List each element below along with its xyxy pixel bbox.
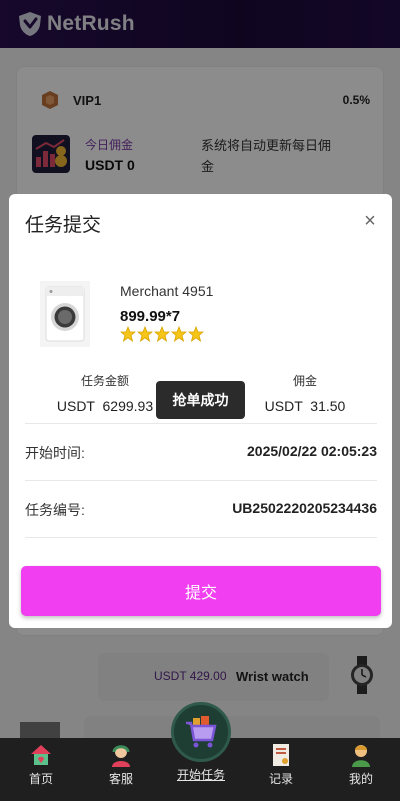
submit-button[interactable]: 提交	[21, 566, 381, 616]
divider	[25, 537, 377, 538]
start-task-button[interactable]	[171, 702, 231, 762]
task-amount-value: USDT 6299.93	[56, 398, 154, 414]
records-icon	[273, 744, 289, 766]
home-icon	[31, 745, 51, 765]
rating-stars	[120, 326, 204, 342]
star-icon	[188, 326, 204, 342]
nav-label-home: 首页	[28, 772, 53, 786]
start-time-label: 开始时间:	[25, 445, 85, 461]
task-number-label: 任务编号:	[25, 502, 85, 518]
nav-label-start-task[interactable]: 开始任务	[170, 766, 232, 783]
task-number-value: UB2502220205234436	[232, 500, 377, 516]
nav-item-home[interactable]: 首页	[11, 742, 71, 787]
commission-label: 佣金	[292, 374, 317, 388]
washing-machine-image	[40, 281, 90, 347]
close-icon[interactable]: ×	[360, 211, 380, 231]
star-icon	[171, 326, 187, 342]
start-time-value: 2025/02/22 02:05:23	[247, 443, 377, 459]
modal-title: 任务提交	[25, 215, 102, 236]
star-icon	[137, 326, 153, 342]
product-price: 899.99*7	[120, 308, 181, 325]
divider	[25, 480, 377, 481]
service-icon	[112, 745, 130, 767]
nav-label-mine: 我的	[348, 772, 373, 786]
merchant-name: Merchant 4951	[120, 283, 214, 299]
nav-label-service: 客服	[108, 772, 133, 786]
task-amount-label: 任务金额	[80, 374, 129, 388]
commission-amount-value: USDT 31.50	[264, 398, 346, 414]
divider	[25, 423, 377, 424]
nav-item-records[interactable]: 记录	[251, 742, 311, 787]
cart-icon	[186, 716, 217, 748]
nav-item-service[interactable]: 客服	[91, 742, 151, 787]
success-toast: 抢单成功	[156, 381, 245, 419]
star-icon	[120, 326, 136, 342]
nav-item-mine[interactable]: 我的	[331, 742, 391, 787]
star-icon	[154, 326, 170, 342]
mine-icon	[352, 745, 370, 767]
nav-label-records: 记录	[268, 772, 293, 786]
